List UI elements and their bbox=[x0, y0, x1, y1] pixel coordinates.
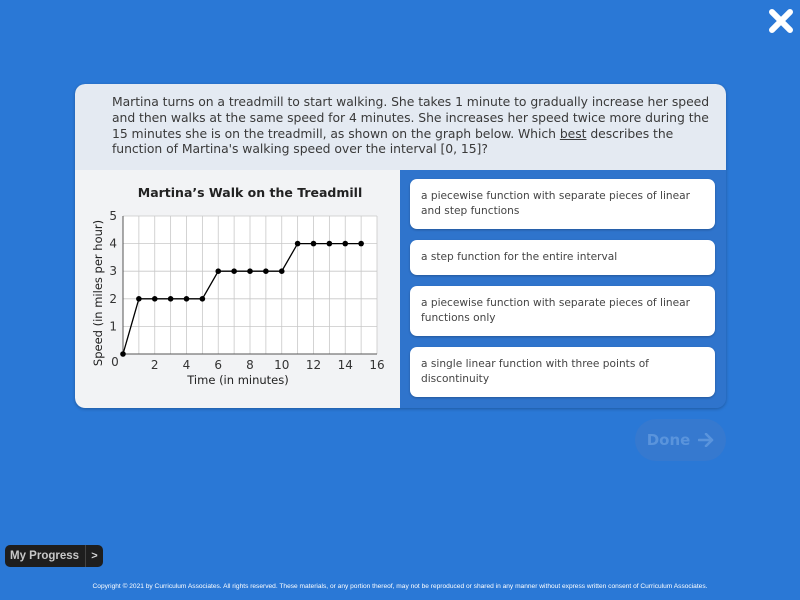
x-tick-label: 14 bbox=[338, 358, 353, 372]
origin-label: 0 bbox=[111, 355, 119, 369]
chart-title: Martina’s Walk on the Treadmill bbox=[138, 185, 363, 200]
data-point bbox=[136, 296, 142, 302]
data-point bbox=[215, 268, 222, 274]
arrow-right-icon bbox=[698, 433, 714, 447]
x-axis-label: Time (in minutes) bbox=[186, 373, 288, 387]
data-point bbox=[151, 296, 158, 302]
data-point bbox=[247, 268, 253, 274]
data-point bbox=[342, 240, 349, 247]
x-tick-label: 12 bbox=[306, 358, 321, 372]
y-axis-label: Speed (in miles per hour) bbox=[91, 220, 105, 366]
my-progress-button[interactable]: My Progress > bbox=[5, 545, 103, 567]
data-point bbox=[167, 296, 174, 302]
done-label: Done bbox=[646, 431, 691, 449]
answer-choice-label: a piecewise function with separate piece… bbox=[421, 190, 690, 217]
data-point bbox=[278, 268, 285, 274]
answer-choice-a[interactable]: a piecewise function with separate piece… bbox=[410, 179, 715, 229]
answer-choice-label: a piecewise function with separate piece… bbox=[421, 297, 690, 324]
answer-choice-d[interactable]: a single linear function with three poin… bbox=[410, 347, 715, 397]
question-text: Martina turns on a treadmill to start wa… bbox=[112, 94, 720, 157]
answer-choice-c[interactable]: a piecewise function with separate piece… bbox=[410, 286, 715, 336]
y-tick-label: 1 bbox=[109, 319, 117, 333]
answer-choices: a piecewise function with separate piece… bbox=[400, 170, 726, 408]
x-tick-label: 16 bbox=[369, 358, 384, 372]
data-point bbox=[183, 296, 190, 302]
data-point bbox=[326, 240, 333, 247]
close-icon bbox=[769, 9, 793, 33]
x-tick-label: 6 bbox=[214, 358, 222, 372]
x-tick-label: 8 bbox=[246, 358, 254, 372]
chevron-right-icon: > bbox=[91, 550, 98, 562]
data-point bbox=[310, 240, 317, 247]
data-point bbox=[294, 240, 301, 247]
x-tick-label: 2 bbox=[151, 358, 159, 372]
y-tick-label: 4 bbox=[109, 237, 117, 251]
question-card: Martina turns on a treadmill to start wa… bbox=[75, 84, 726, 408]
treadmill-chart: Martina’s Walk on the Treadmill 2 4 6 8 10 12… bbox=[91, 185, 385, 387]
copyright-footer: Copyright © 2021 by Curriculum Associate… bbox=[92, 583, 708, 590]
y-tick-label: 5 bbox=[109, 209, 117, 223]
question-prompt: Martina turns on a treadmill to start wa… bbox=[75, 84, 726, 170]
x-tick-label: 4 bbox=[183, 358, 191, 372]
data-point bbox=[358, 240, 364, 247]
close-button[interactable] bbox=[766, 6, 796, 36]
data-point bbox=[263, 268, 269, 274]
answer-choice-label: a step function for the entire interval bbox=[421, 251, 618, 263]
data-point bbox=[120, 351, 126, 357]
y-tick-label: 2 bbox=[109, 292, 117, 306]
x-tick-label: 10 bbox=[274, 358, 289, 372]
chart-panel: Martina’s Walk on the Treadmill 2 4 6 8 10 12… bbox=[75, 170, 400, 408]
data-point bbox=[199, 296, 206, 302]
answer-choice-label: a single linear function with three poin… bbox=[421, 358, 649, 385]
y-tick-label: 3 bbox=[109, 264, 117, 278]
data-point bbox=[231, 268, 237, 274]
done-button[interactable]: Done bbox=[635, 419, 726, 461]
answer-choice-b[interactable]: a step function for the entire interval bbox=[410, 240, 715, 275]
question-emphasis: best bbox=[559, 125, 587, 141]
my-progress-label: My Progress bbox=[10, 550, 80, 562]
